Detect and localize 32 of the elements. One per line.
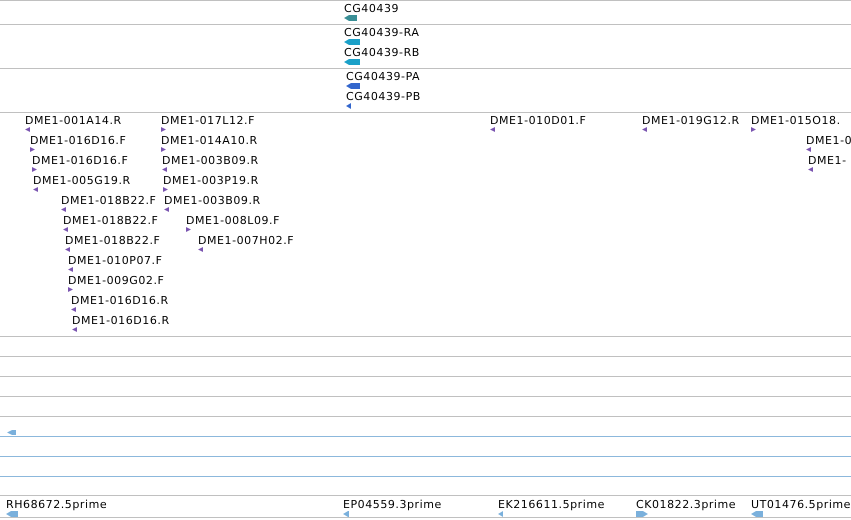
feature-label: DME1-007H02.F [198, 234, 294, 247]
feature-label: DME1-003P19.R [163, 174, 259, 187]
feature-label: CK01822.3prime [636, 498, 736, 511]
feature-label: DME1-016D16.F [32, 154, 128, 167]
feature-label: DME1-014A10.R [161, 134, 258, 147]
feature-label: DME1-010P07.F [68, 254, 162, 267]
feature-label: DME1-016D16.R [72, 314, 170, 327]
feature-label: RH68672.5prime [6, 498, 108, 511]
feature-label: DME1-018B22.F [63, 214, 158, 227]
feature-label: DME1- [808, 154, 847, 167]
feature-label: CG40439-PB [346, 90, 421, 103]
feature-label: CG40439-PA [346, 70, 420, 83]
feature-label: DME1-010D01.F [490, 114, 586, 127]
feature-label: DME1-003B09.R [162, 154, 259, 167]
feature-label: DME1-018B22.F [61, 194, 156, 207]
feature-label: CG40439-RA [344, 26, 420, 39]
feature-label: DME1-001A14.R [25, 114, 122, 127]
feature-label: DME1-003B09.R [164, 194, 261, 207]
feature-label: EP04559.3prime [343, 498, 442, 511]
feature-label: DME1-008L09.F [186, 214, 280, 227]
feature-label: DME1-016D16.F [30, 134, 126, 147]
feature-label: DME1-009G02.F [68, 274, 164, 287]
feature-label: CG40439-RB [344, 46, 420, 59]
feature-label: UT01476.5prime [751, 498, 851, 511]
feature-label: DME1-005G19.R [33, 174, 131, 187]
feature-label: DME1-018B22.F [65, 234, 160, 247]
feature-label: CG40439 [344, 2, 400, 15]
feature-label: DME1-017L12.F [161, 114, 255, 127]
feature-label: DME1-015O18. [751, 114, 841, 127]
feature-label: DME1-019G12.R [642, 114, 740, 127]
feature-label: EK216611.5prime [498, 498, 605, 511]
feature-label: DME1-016D16.R [71, 294, 169, 307]
